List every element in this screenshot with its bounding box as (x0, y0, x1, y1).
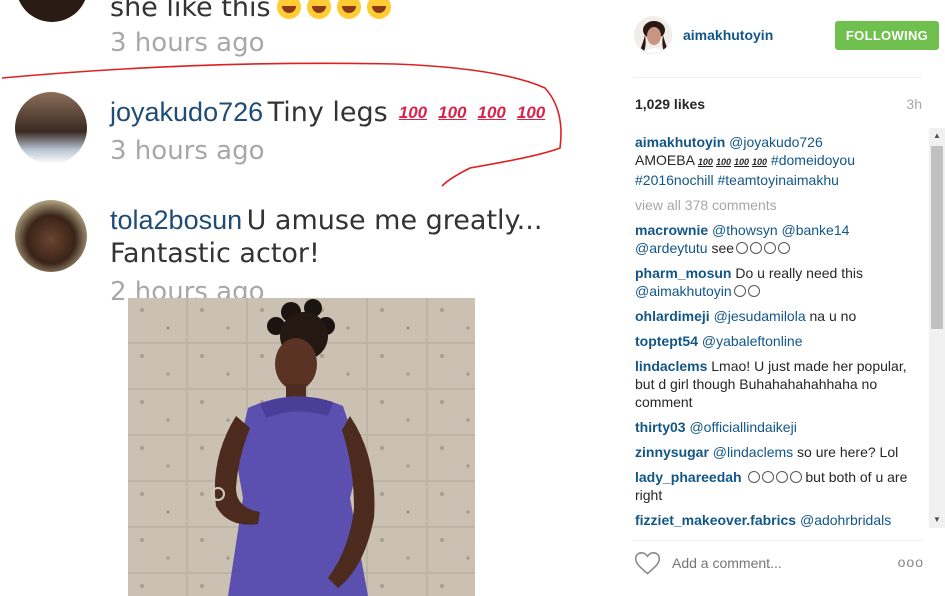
divider (634, 77, 922, 78)
view-all-comments-link[interactable]: view all 378 comments (635, 196, 922, 214)
post-timestamp[interactable]: 3h (906, 96, 922, 112)
post-author-username[interactable]: aimakhutoyin (683, 27, 773, 43)
add-comment-input[interactable] (672, 555, 872, 571)
screenshot-comment-3: tola2bosun U amuse me greatly... (110, 205, 542, 236)
comment-username[interactable]: toptept54 (635, 333, 698, 349)
comment-mention[interactable]: @jesudamilola (714, 308, 806, 324)
red-annotation-outline (1, 62, 562, 187)
woman-in-purple-dress-photo (128, 298, 475, 596)
add-comment-bar: ooo (634, 547, 924, 579)
comment-username[interactable]: macrownie (635, 222, 708, 238)
list-item: zinnysugar @lindaclems so ure here? Lol (635, 443, 922, 461)
smiley-icon (747, 285, 760, 297)
smiley-icon (764, 242, 777, 254)
scroll-thumb[interactable] (931, 146, 943, 329)
list-item: thirty03 @officiallindaikeji (635, 418, 922, 436)
smiley-icon (736, 242, 749, 254)
smiley-icon (761, 471, 774, 483)
more-options-icon[interactable]: ooo (898, 554, 924, 570)
smiley-icon (733, 285, 746, 297)
comment-text: so ure here? Lol (797, 444, 899, 460)
profile-photo (635, 17, 671, 53)
post-image: she like this 3 hours ago joyakudo726 Ti… (0, 0, 617, 596)
comment-username[interactable]: fizziet_makeover.fabrics (635, 512, 796, 528)
comment-username[interactable]: zinnysugar (635, 444, 709, 460)
likes-count[interactable]: 1,029 likes (635, 96, 705, 112)
list-item: pharm_mosun Do u really need this @aimak… (635, 264, 922, 300)
comment-text: na u no (809, 308, 857, 324)
list-item: lindaclems Lmao! U just made her popular… (635, 357, 922, 411)
list-item: aimakhutoyin @joyakudo726 AMOEBA 100 100 10… (635, 133, 922, 189)
avatar[interactable] (634, 16, 672, 54)
comment-mention[interactable]: @lindaclems (713, 444, 793, 460)
smiley-icon (750, 242, 763, 254)
comment-username[interactable]: pharm_mosun (635, 265, 731, 281)
comment-username[interactable]: lady_phareedah (635, 469, 742, 485)
post-header: aimakhutoyin FOLLOWING (634, 16, 939, 58)
screenshot-comment-text: Fantastic actor! (110, 238, 320, 269)
comment-mention[interactable]: @adohrbridals (800, 512, 891, 528)
list-item: lady_phareedah but both of u are right (635, 468, 922, 504)
list-item: ohlardimeji @jesudamilola na u no (635, 307, 922, 325)
comment-username[interactable]: ohlardimeji (635, 308, 710, 324)
comment-text: AMOEBA (635, 152, 695, 168)
comment-username[interactable]: lindaclems (635, 358, 707, 374)
scroll-up-arrow-icon[interactable]: ▲ (932, 131, 942, 141)
hundred-emoji-icon: 100 (715, 157, 731, 167)
list-item: fizziet_makeover.fabrics @adohrbridals (635, 511, 922, 528)
scrollbar[interactable]: ▲ ▼ (929, 128, 945, 528)
screenshot-comment-text: U amuse me greatly... (246, 205, 543, 236)
comment-text: see (711, 240, 735, 256)
smiley-icon (778, 242, 791, 254)
embedded-photo (128, 298, 475, 596)
smiley-icon (789, 471, 802, 483)
comment-text: Do u really need this (735, 265, 863, 281)
post-sidebar: aimakhutoyin FOLLOWING 1,029 likes 3h ai… (617, 0, 945, 596)
screenshot-username: tola2bosun (110, 205, 243, 235)
hundred-emoji-icon: 100 (733, 157, 749, 167)
comment-mention[interactable]: @officiallindaikeji (689, 419, 796, 435)
smiley-icon (747, 471, 760, 483)
comment-username[interactable]: thirty03 (635, 419, 686, 435)
smiley-icon (775, 471, 788, 483)
scroll-down-arrow-icon[interactable]: ▼ (932, 515, 942, 525)
hundred-emoji-icon: 100 (697, 157, 713, 167)
divider (634, 540, 922, 541)
like-heart-icon[interactable] (634, 551, 661, 576)
comment-username[interactable]: aimakhutoyin (635, 134, 725, 150)
list-item: macrownie @thowsyn @banke14 @ardeytutu s… (635, 221, 922, 257)
commenter-avatar (15, 200, 87, 272)
comment-mention[interactable]: @yabaleftonline (702, 333, 803, 349)
comment-list: aimakhutoyin @joyakudo726 AMOEBA 100 100 10… (635, 133, 922, 528)
comment-mention[interactable]: @aimakhutoyin (635, 283, 732, 299)
following-button[interactable]: FOLLOWING (835, 21, 939, 50)
hundred-emoji-icon: 100 (752, 157, 768, 167)
list-item: toptept54 @yabaleftonline (635, 332, 922, 350)
comment-mention[interactable]: @joyakudo726 (729, 134, 823, 150)
